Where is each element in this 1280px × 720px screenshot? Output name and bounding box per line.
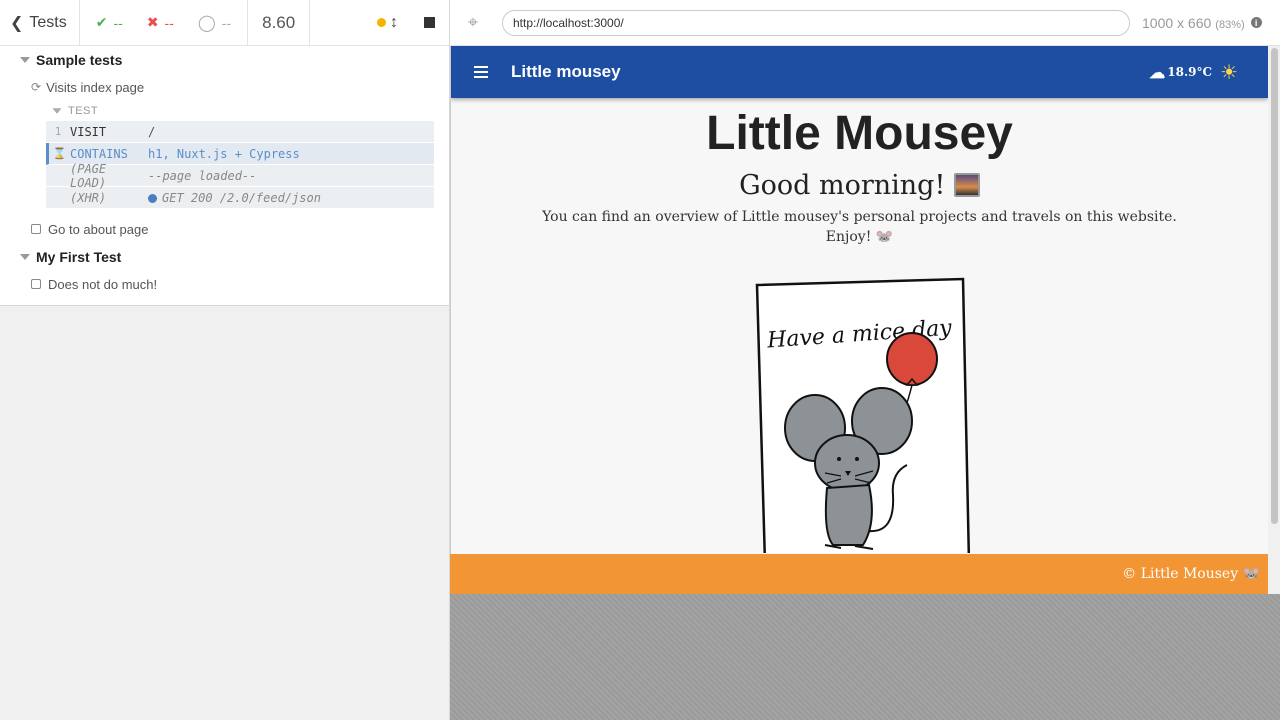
status-dot-icon (377, 18, 386, 27)
weather-widget: ☁ 18.9°C ☀ (1149, 60, 1238, 84)
app-bar-title[interactable]: Little mousey (511, 62, 621, 82)
test-reporter: ❮ Tests ✔ -- ✖ -- ◯ -- 8.60 ↕ Sample tes… (0, 0, 450, 720)
command-visit[interactable]: 1 VISIT / (46, 121, 434, 143)
pending-stat: ◯ -- (197, 14, 232, 32)
run-controls: ↕ (310, 0, 449, 45)
cloud-icon: ☁ (1149, 62, 1166, 82)
auto-scroll-toggle[interactable]: ↕ (377, 14, 398, 32)
sun-icon: ☀ (1220, 60, 1238, 84)
suite-my-first-test[interactable]: My First Test (0, 243, 449, 270)
passed-stat: ✔ -- (95, 14, 123, 31)
aut-header: ⌖ http://localhost:3000/ 1000 x 660 (83%)… (450, 0, 1280, 46)
spinner-icon: ⌛ (52, 147, 67, 160)
app-iframe: Little mousey ☁ 18.9°C ☀ Little Mousey G… (450, 46, 1268, 594)
page-title: Little Mousey (706, 107, 1013, 160)
chevron-left-icon: ❮ (10, 14, 24, 32)
description: You can find an overview of Little mouse… (542, 209, 1177, 245)
pending-checkbox-icon (31, 224, 41, 234)
tests-back-button[interactable]: ❮ Tests (0, 0, 80, 45)
check-icon: ✔ (95, 14, 108, 30)
mouse-card-svg: Have a mice day (755, 277, 970, 565)
duration: 8.60 (248, 0, 311, 45)
tests-back-label: Tests (29, 13, 67, 31)
caret-down-icon (20, 253, 30, 260)
sunrise-emoji-icon (953, 173, 980, 197)
viewport-size: 1000 x 660 (83%) (1142, 14, 1245, 31)
test-go-to-about-page[interactable]: Go to about page (0, 215, 449, 243)
caret-down-icon (52, 108, 62, 114)
x-icon: ✖ (146, 14, 159, 30)
commands-panel: TEST 1 VISIT / ⌛ CONTAINS h1, Nuxt.js + … (46, 101, 434, 209)
circle-icon: ◯ (197, 14, 216, 32)
xhr-status-dot-icon (148, 193, 157, 203)
caret-down-icon (20, 56, 30, 63)
empty-viewport-area (450, 594, 1280, 720)
app-footer: © Little Mousey 🐭 (450, 554, 1268, 594)
test-list: Sample tests ⟳ Visits index page TEST 1 … (0, 46, 449, 306)
failed-stat: ✖ -- (146, 14, 174, 31)
selector-playground-icon[interactable]: ⌖ (450, 12, 496, 33)
hamburger-menu-icon[interactable] (451, 66, 511, 78)
arrow-up-down-icon: ↕ (390, 13, 398, 31)
greeting: Good morning! (451, 170, 1268, 201)
main-content: Little Mousey Good morning! You can find… (451, 107, 1268, 565)
app-scrollbar[interactable] (1268, 46, 1280, 594)
command-xhr[interactable]: (XHR) GET 200 /2.0/feed/json (46, 187, 434, 209)
suite-sample-tests[interactable]: Sample tests (0, 46, 449, 73)
stop-icon[interactable] (424, 17, 435, 28)
app-bar: Little mousey ☁ 18.9°C ☀ (451, 46, 1268, 98)
mouse-emoji-icon: 🐭 (1242, 566, 1260, 582)
mouse-card-illustration: Have a mice day (745, 273, 975, 565)
test-does-not-do-much[interactable]: Does not do much! (0, 270, 449, 298)
pending-checkbox-icon (31, 279, 41, 289)
reporter-header: ❮ Tests ✔ -- ✖ -- ◯ -- 8.60 ↕ (0, 0, 449, 46)
command-page-load[interactable]: (PAGE LOAD) --page loaded-- (46, 162, 434, 190)
info-icon[interactable]: i (1250, 17, 1262, 28)
stats-group: ✔ -- ✖ -- ◯ -- (80, 0, 249, 45)
running-spinner-icon: ⟳ (31, 80, 42, 94)
test-visits-index-page[interactable]: ⟳ Visits index page (0, 73, 449, 101)
url-bar[interactable]: http://localhost:3000/ (502, 9, 1130, 36)
mouse-emoji-icon: 🐭 (875, 229, 894, 245)
hook-label[interactable]: TEST (46, 101, 434, 121)
